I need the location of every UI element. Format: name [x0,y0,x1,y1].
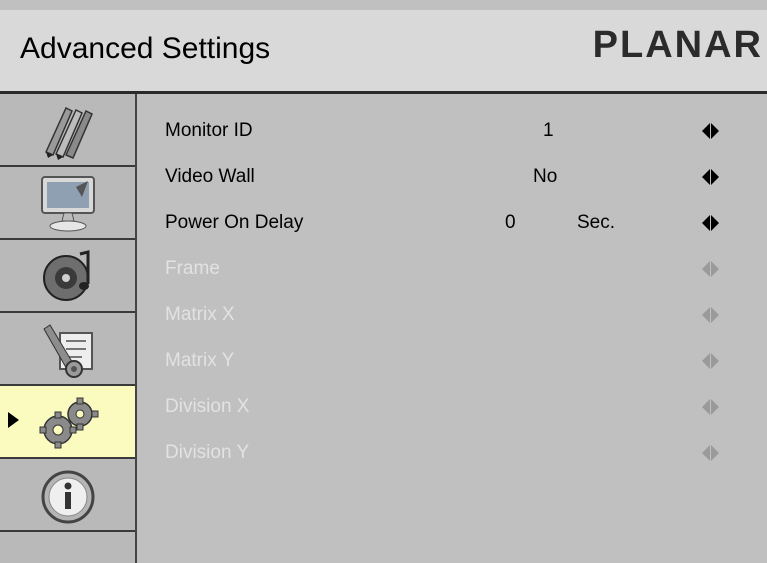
menu-row-label: Monitor ID [165,120,253,141]
sidebar-item-information[interactable] [0,459,135,532]
brand-logo: PLANAR [592,24,763,66]
header-bar: Advanced Settings PLANAR [0,10,767,94]
sidebar-item-picture[interactable] [0,94,135,167]
left-right-arrows-icon [702,399,722,415]
sidebar-item-audio[interactable] [0,240,135,313]
tools-settings-icon [43,324,93,378]
sidebar-item-setup[interactable] [0,313,135,386]
left-right-arrows-icon [702,261,722,277]
left-right-arrows-icon[interactable] [702,169,722,185]
menu-row-label: Matrix Y [165,350,235,371]
menu-row-video-wall[interactable]: Video Wall No [137,162,767,192]
gears-icon [39,397,99,449]
osd-window: Advanced Settings PLANAR Monitor ID 1 Vi… [0,0,767,563]
menu-row-matrix-y: Matrix Y [137,346,767,376]
menu-row-division-x: Division X [137,392,767,422]
menu-row-value: 0 [505,212,516,233]
menu-row-monitor-id[interactable]: Monitor ID 1 [137,116,767,146]
menu-row-matrix-x: Matrix X [137,300,767,330]
menu-row-frame: Frame [137,254,767,284]
info-icon [41,470,95,524]
left-right-arrows-icon [702,353,722,369]
menu-row-label: Video Wall [165,166,255,187]
menu-row-label: Matrix X [165,304,235,325]
menu-row-division-y: Division Y [137,438,767,468]
left-right-arrows-icon[interactable] [702,123,722,139]
monitor-icon [41,176,95,232]
menu-row-unit: Sec. [577,212,616,233]
menu-row-label: Division X [165,396,250,417]
menu-row-power-on-delay[interactable]: Power On Delay 0 Sec. [137,208,767,238]
menu-row-value: No [533,166,558,187]
left-right-arrows-icon [702,307,722,323]
left-right-arrows-icon[interactable] [702,215,722,231]
selection-arrow-icon [8,412,19,428]
left-right-arrows-icon [702,445,722,461]
menu-row-label: Power On Delay [165,212,304,233]
sidebar [0,94,137,563]
menu-row-value: 1 [543,120,554,141]
menu-row-label: Frame [165,258,220,279]
audio-speaker-icon [43,250,90,301]
sidebar-item-advanced[interactable] [0,386,135,459]
settings-menu: Monitor ID 1 Video Wall No Power On Dela… [137,94,767,563]
page-title: Advanced Settings [20,32,271,65]
menu-row-label: Division Y [165,442,250,463]
sidebar-item-display[interactable] [0,167,135,240]
pens-icon [45,106,93,160]
